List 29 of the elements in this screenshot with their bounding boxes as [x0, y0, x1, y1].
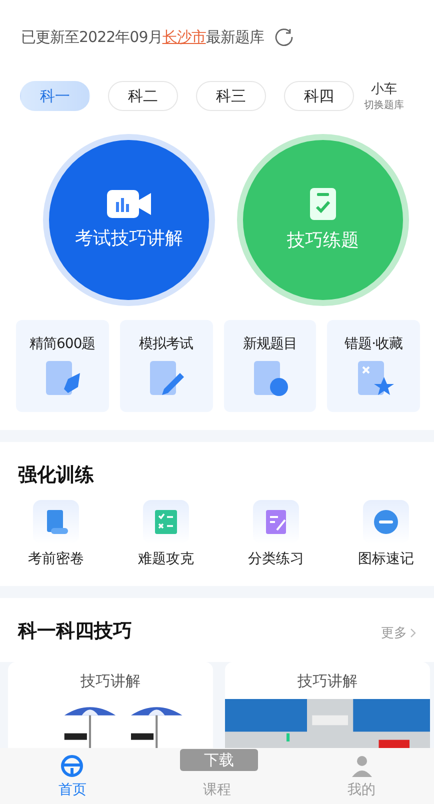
subject-tab[interactable]: 科三	[196, 81, 266, 111]
checklist-icon	[153, 509, 179, 535]
person-icon	[350, 754, 374, 778]
vehicle-type-link[interactable]: 小车	[371, 80, 397, 98]
card-title: 技巧讲解	[298, 672, 358, 691]
nav-tab[interactable]: 首页	[32, 754, 112, 798]
section-title: 科一科四技巧	[18, 619, 132, 644]
minus-circle-icon	[373, 509, 399, 535]
subject-tab[interactable]: 科四	[284, 81, 354, 111]
subject-tab[interactable]: 科二	[108, 81, 178, 111]
edit-document-icon	[263, 509, 289, 535]
feature-card[interactable]: 新规题目	[224, 320, 316, 412]
section-title: 强化训练	[18, 463, 95, 488]
feature-card[interactable]: 精简600题	[16, 320, 109, 412]
steering-wheel-icon	[60, 754, 84, 778]
subject-tab[interactable]: 科一	[20, 81, 90, 111]
video-lecture-button[interactable]: 考试技巧讲解	[43, 134, 215, 306]
refresh-icon[interactable]	[274, 27, 294, 47]
clipboard-check-icon	[310, 188, 336, 220]
feature-card[interactable]: 模拟考试	[120, 320, 212, 412]
video-camera-icon	[107, 190, 151, 218]
tip-card[interactable]: 技巧讲解	[225, 662, 430, 748]
switch-bank-hint: 切换题库	[364, 98, 404, 112]
card-title: 技巧讲解	[80, 672, 140, 691]
tip-card[interactable]: 技巧讲解	[8, 662, 213, 748]
feature-card[interactable]: 错题·收藏	[327, 320, 420, 412]
download-toast: 下载	[180, 749, 258, 771]
chevron-right-icon	[410, 628, 416, 638]
update-notice: 已更新至2022年09月长沙市最新题库	[21, 28, 264, 46]
